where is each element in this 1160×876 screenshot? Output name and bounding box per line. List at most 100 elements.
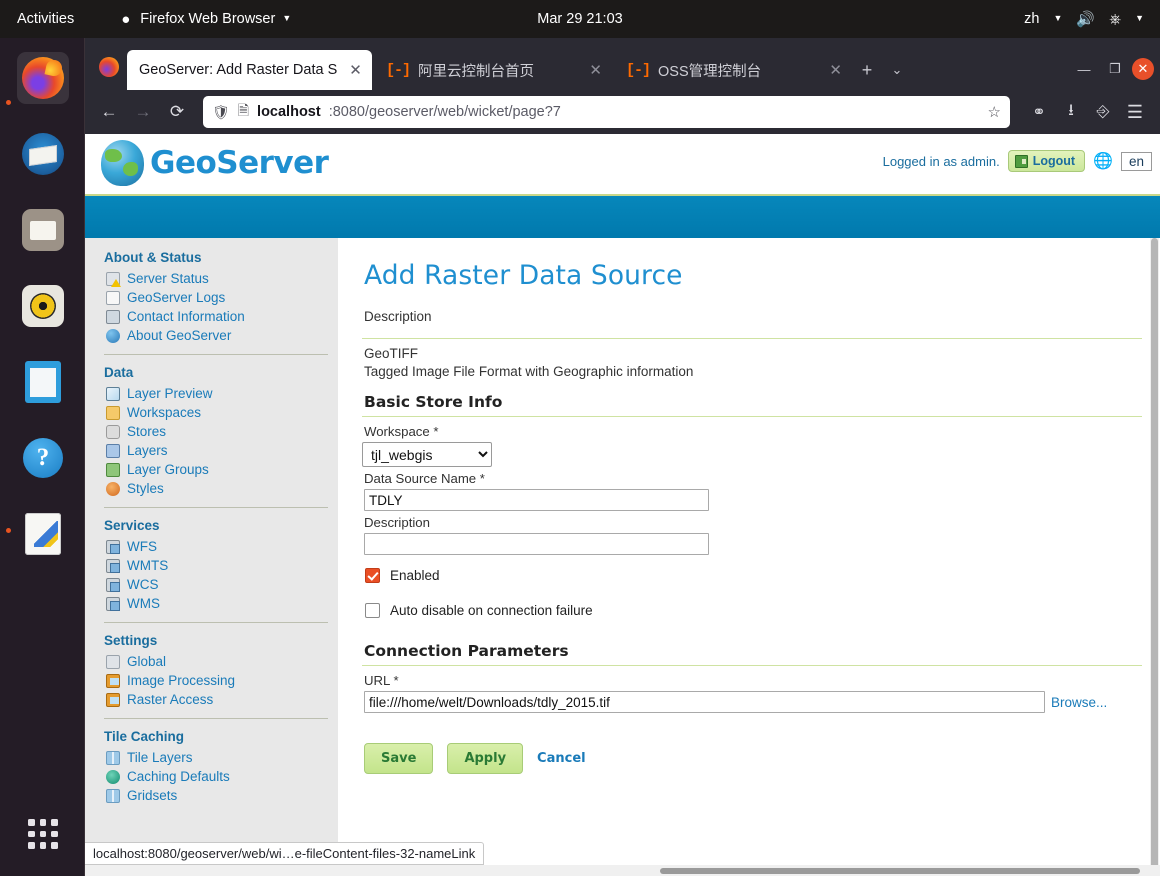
sidebar-item-label[interactable]: WFS (127, 539, 157, 554)
reload-button[interactable]: ⟳ (161, 96, 193, 128)
sidebar-item-label[interactable]: Image Processing (127, 673, 235, 688)
star-icon[interactable]: ☆ (988, 103, 1001, 121)
sidebar-item-label[interactable]: Styles (127, 481, 164, 496)
tab-close-icon[interactable]: ✕ (349, 61, 362, 79)
sidebar-item-label[interactable]: Workspaces (127, 405, 201, 420)
apply-button[interactable]: Apply (447, 743, 524, 774)
dock-item-files[interactable] (17, 204, 69, 256)
cancel-link[interactable]: Cancel (537, 751, 586, 766)
sidebar-item-caching-defaults[interactable]: Caching Defaults (104, 767, 338, 786)
sidebar-item-label[interactable]: Layer Groups (127, 462, 209, 477)
workspace-select[interactable]: tjl_webgis (362, 442, 492, 467)
dock-item-rhythmbox[interactable] (17, 280, 69, 332)
sidebar-item-about-geoserver[interactable]: About GeoServer (104, 326, 338, 345)
volume-icon[interactable]: 🔊 (1076, 10, 1095, 28)
sidebar-item-layers[interactable]: Layers (104, 441, 338, 460)
vertical-scrollbar[interactable] (1150, 238, 1159, 876)
sidebar-item-label[interactable]: Stores (127, 424, 166, 439)
sidebar-item-wfs[interactable]: WFS (104, 537, 338, 556)
keyboard-layout-indicator[interactable]: zh (1024, 11, 1039, 27)
minimize-button[interactable]: — (1070, 55, 1098, 83)
horizontal-scrollbar[interactable] (85, 865, 1160, 876)
vertical-scrollbar-thumb[interactable] (1151, 238, 1158, 876)
auto-disable-row[interactable]: Auto disable on connection failure (365, 603, 1142, 618)
dock-item-firefox[interactable] (17, 52, 69, 104)
logout-button[interactable]: Logout (1007, 150, 1086, 172)
sidebar-item-server-status[interactable]: Server Status (104, 269, 338, 288)
sidebar-item-label[interactable]: WCS (127, 577, 159, 592)
sidebar-item-workspaces[interactable]: Workspaces (104, 403, 338, 422)
sidebar-item-styles[interactable]: Styles (104, 479, 338, 498)
sidebar-item-label[interactable]: GeoServer Logs (127, 290, 225, 305)
app-menu-button[interactable]: ● Firefox Web Browser ▼ (118, 11, 291, 27)
sidebar-item-label[interactable]: WMTS (127, 558, 168, 573)
sidebar-item-wmts[interactable]: WMTS (104, 556, 338, 575)
url-bar[interactable]: 🛡 🗎 localhost:8080/geoserver/web/wicket/… (203, 96, 1010, 128)
sidebar-item-label[interactable]: Tile Layers (127, 750, 193, 765)
sidebar-item-label[interactable]: Global (127, 654, 166, 669)
sidebar-item-label[interactable]: Raster Access (127, 692, 213, 707)
sidebar-item-image-processing[interactable]: Image Processing (104, 671, 338, 690)
sidebar-item-label[interactable]: Contact Information (127, 309, 245, 324)
store-description-input[interactable] (364, 533, 709, 555)
power-icon[interactable]: ⎈ (1109, 11, 1121, 28)
page-icon[interactable]: 🗎 (238, 100, 249, 124)
maximize-button[interactable]: ❐ (1101, 55, 1129, 83)
tab-geoserver[interactable]: GeoServer: Add Raster Data S ✕ (127, 50, 372, 90)
dock-item-text-editor[interactable] (17, 508, 69, 560)
language-selector[interactable]: en (1120, 151, 1152, 171)
sidebar-item-wms[interactable]: WMS (104, 594, 338, 613)
sidebar-item-tile-layers[interactable]: Tile Layers (104, 748, 338, 767)
divider (104, 354, 328, 355)
list-all-tabs-button[interactable]: ⌄ (882, 55, 912, 85)
divider (362, 338, 1142, 339)
save-button[interactable]: Save (364, 743, 434, 774)
dock-item-thunderbird[interactable] (17, 128, 69, 180)
enabled-row[interactable]: Enabled (365, 568, 1142, 583)
back-button[interactable]: ← (93, 96, 125, 128)
sidebar-item-wcs[interactable]: WCS (104, 575, 338, 594)
sidebar-item-layer-groups[interactable]: Layer Groups (104, 460, 338, 479)
sidebar-item-contact-information[interactable]: Contact Information (104, 307, 338, 326)
sidebar-item-global[interactable]: Global (104, 652, 338, 671)
dock-item-help[interactable]: ? (17, 432, 69, 484)
activities-button[interactable]: Activities (17, 11, 74, 27)
sidebar-item-label[interactable]: Layers (127, 443, 168, 458)
close-window-button[interactable]: ✕ (1132, 58, 1154, 80)
data-source-name-label: Data Source Name * (364, 471, 485, 486)
tab-oss-console[interactable]: [-] OSS管理控制台 ✕ (612, 50, 852, 90)
link-status-popup: localhost:8080/geoserver/web/wi…e-fileCo… (85, 842, 485, 865)
sidebar-item-geoserver-logs[interactable]: GeoServer Logs (104, 288, 338, 307)
forward-button[interactable]: → (127, 96, 159, 128)
url-input[interactable] (364, 691, 1045, 713)
pocket-icon[interactable]: ⚭ (1024, 97, 1054, 127)
tab-close-icon[interactable]: ✕ (829, 61, 842, 79)
horizontal-scrollbar-thumb[interactable] (660, 868, 1140, 874)
sidebar-item-label[interactable]: Server Status (127, 271, 209, 286)
sidebar-item-label[interactable]: About GeoServer (127, 328, 231, 343)
sidebar-navigation: About & Status Server Status GeoServer L… (85, 238, 338, 876)
sidebar-item-label[interactable]: WMS (127, 596, 160, 611)
show-applications-button[interactable] (17, 808, 69, 860)
account-icon[interactable]: ⎆ (1088, 97, 1118, 127)
tab-close-icon[interactable]: ✕ (589, 61, 602, 79)
sidebar-item-raster-access[interactable]: Raster Access (104, 690, 338, 709)
enabled-checkbox[interactable] (365, 568, 380, 583)
sidebar-item-label[interactable]: Caching Defaults (127, 769, 230, 784)
geoserver-logo[interactable]: GeoServer (101, 140, 329, 186)
sidebar-item-label[interactable]: Gridsets (127, 788, 177, 803)
shield-icon[interactable]: 🛡 (212, 104, 230, 121)
browse-link[interactable]: Browse... (1051, 695, 1107, 710)
auto-disable-checkbox[interactable] (365, 603, 380, 618)
dock-item-libreoffice-impress[interactable] (17, 356, 69, 408)
system-menu-chevron-down-icon[interactable]: ▼ (1135, 13, 1144, 23)
tab-aliyun-console[interactable]: [-] 阿里云控制台首页 ✕ (372, 50, 612, 90)
data-source-name-input[interactable] (364, 489, 709, 511)
sidebar-item-layer-preview[interactable]: Layer Preview (104, 384, 338, 403)
sidebar-item-stores[interactable]: Stores (104, 422, 338, 441)
sidebar-item-gridsets[interactable]: Gridsets (104, 786, 338, 805)
new-tab-button[interactable]: + (852, 55, 882, 85)
menu-icon[interactable]: ☰ (1120, 97, 1150, 127)
downloads-icon[interactable]: ⭳ (1056, 97, 1086, 127)
sidebar-item-label[interactable]: Layer Preview (127, 386, 213, 401)
